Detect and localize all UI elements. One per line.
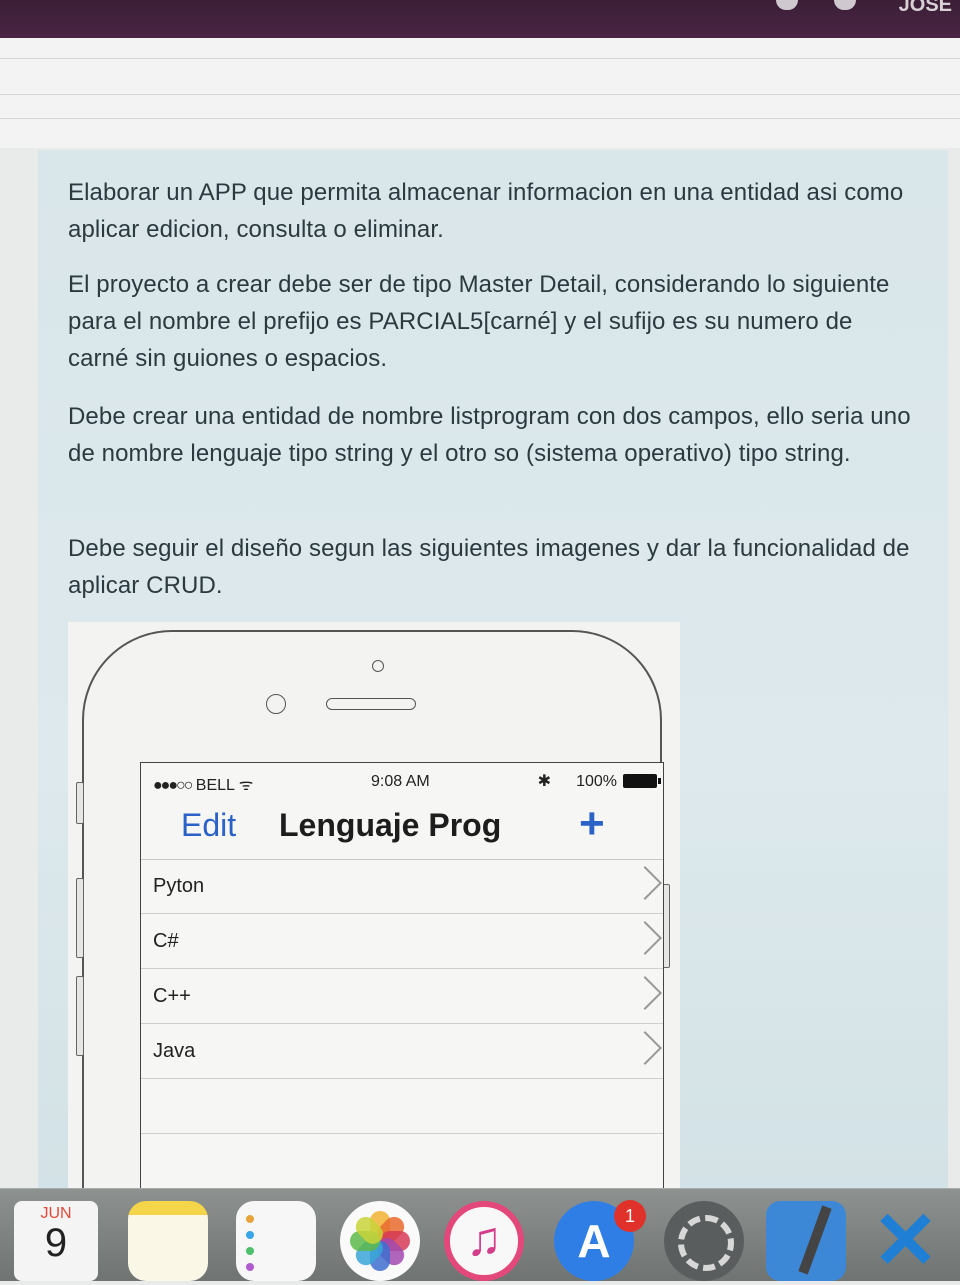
paragraph-1: Elaborar un APP que permita almacenar in… [68,179,904,243]
status-time: 9:08 AM [371,773,430,790]
add-icon[interactable]: + [579,799,605,849]
vscode-icon[interactable]: ✕ [872,1201,952,1281]
carrier-name: BELL [195,777,235,794]
signal-icon: ●●●○○ [153,777,193,794]
bluetooth-icon: ✱ [537,773,551,790]
list-item[interactable]: C++ [141,969,663,1024]
system-preferences-icon[interactable] [664,1201,744,1281]
calendar-day: 9 [44,1221,68,1265]
status-bar: ●●●○○ BELL ᯤ 9:08 AM ✱ 100% [141,763,663,799]
battery-icon [623,774,661,788]
carrier-info: ●●●○○ BELL ᯤ [153,773,253,795]
assignment-panel: Elaborar un APP que permita almacenar in… [38,150,948,1190]
calendar-icon[interactable]: JUN 9 [14,1201,98,1281]
top-bar: JOSE [0,0,960,38]
chevron-right-icon [628,921,662,955]
dock: JUN 9 ♫ A ✕ [0,1188,960,1281]
empty-row [141,1079,663,1134]
chevron-right-icon [628,1031,662,1065]
app-mockup-image: ●●●○○ BELL ᯤ 9:08 AM ✱ 100% Edit Lenguaj… [68,622,680,1190]
volume-up-button [76,878,84,958]
chevron-right-icon [628,866,662,900]
nav-title: Lenguaje Prog [279,807,502,843]
wifi-icon: ᯤ [238,777,254,794]
speaker-grille [326,698,416,710]
gear-icon [678,1215,734,1271]
list-item[interactable]: Java [141,1024,663,1079]
list-item-label: C# [153,930,179,952]
xcode-icon[interactable] [766,1201,846,1281]
battery-percent: 100% [576,773,617,790]
paragraph-4: Debe seguir el diseño segun las siguient… [68,535,910,599]
bell-icon[interactable] [776,0,798,10]
reminders-icon[interactable] [236,1201,316,1281]
list-item-label: Pyton [153,875,205,897]
sensor-icon [372,660,384,672]
edit-button[interactable]: Edit [181,807,236,844]
phone-screen: ●●●○○ BELL ᯤ 9:08 AM ✱ 100% Edit Lenguaj… [140,762,664,1190]
list-item[interactable]: C# [141,914,663,969]
hammer-icon [798,1205,832,1275]
paragraph-3: Debe crear una entidad de nombre listpro… [68,403,911,467]
mute-switch [76,782,84,824]
user-name[interactable]: JOSE [899,0,952,17]
camera-icon [266,694,286,714]
navigation-bar: Edit Lenguaje Prog + [141,799,663,860]
paragraph-2: El proyecto a crear debe ser de tipo Mas… [68,271,890,372]
list-item[interactable]: Pyton [141,859,663,914]
volume-down-button [76,976,84,1056]
list-item-label: Java [153,1040,196,1062]
photos-icon[interactable] [340,1201,420,1281]
chevron-right-icon [628,976,662,1010]
app-store-badge: 1 [614,1200,646,1232]
list-item-label: C++ [153,985,191,1007]
page-header-area [0,38,960,148]
itunes-icon[interactable]: ♫ [444,1201,524,1281]
notes-icon[interactable] [128,1201,208,1281]
chat-icon[interactable] [834,0,856,10]
empty-row [141,1134,663,1189]
